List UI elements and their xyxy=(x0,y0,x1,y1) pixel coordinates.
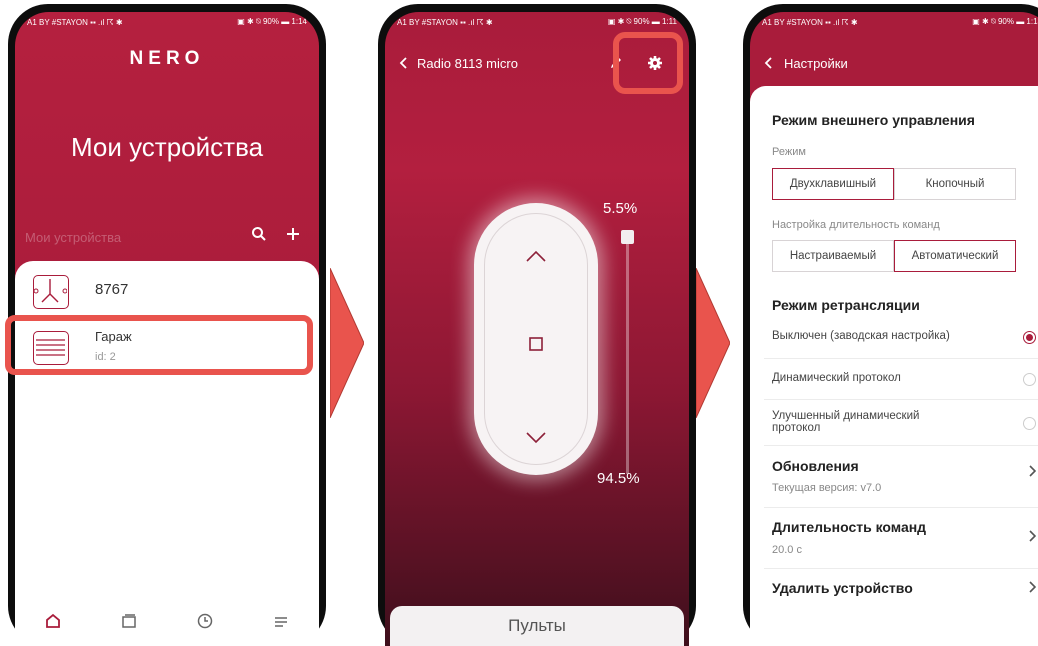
phone-settings: A1 BY #STAYON ▪▪ .ıl ☈ ✱ ▣ ✱ ⍉ 90% ▬ 1:1… xyxy=(743,4,1038,646)
arrow-right-icon xyxy=(696,268,730,418)
relay-radio-off[interactable] xyxy=(1023,331,1036,344)
chevron-right-icon[interactable] xyxy=(1028,529,1037,546)
position-slider-track[interactable] xyxy=(626,234,629,474)
cmd-duration-value: 20.0 с xyxy=(772,544,802,556)
highlight-settings-gear xyxy=(613,32,683,94)
relay-option-off[interactable]: Выключен (заводская настройка) xyxy=(772,330,950,342)
control-screen: A1 BY #STAYON ▪▪ .ıl ☈ ✱ ▣ ✱ ⍉ 90% ▬ 1:1… xyxy=(385,12,689,646)
duration-option-custom[interactable]: Настраиваемый xyxy=(772,240,894,272)
shutter-control xyxy=(474,203,598,475)
relay-option-dynamic[interactable]: Динамический протокол xyxy=(772,372,901,384)
updates-title[interactable]: Обновления xyxy=(772,458,859,474)
phone-device-control: A1 BY #STAYON ▪▪ .ıl ☈ ✱ ▣ ✱ ⍉ 90% ▬ 1:1… xyxy=(378,4,696,646)
cmd-duration-title[interactable]: Длительность команд xyxy=(772,519,926,535)
remotes-tab[interactable]: Пульты xyxy=(390,606,684,646)
mode-option-button[interactable]: Кнопочный xyxy=(894,168,1016,200)
updates-version: Текущая версия: v7.0 xyxy=(772,482,882,494)
page-title: Настройки xyxy=(784,56,848,71)
app-logo: NERO xyxy=(129,48,205,69)
divider xyxy=(764,358,1038,359)
status-right: ▣ ✱ ⍉ 90% ▬ 1:11 xyxy=(607,17,677,26)
down-button[interactable] xyxy=(474,425,598,451)
divider xyxy=(764,568,1038,569)
search-icon[interactable] xyxy=(251,226,267,247)
status-right: ▣ ✱ ⍉ 90% ▬ 1:14 xyxy=(237,17,307,26)
duration-segmented: Настраиваемый Автоматический xyxy=(772,240,1016,272)
top-percent: 5.5% xyxy=(603,200,638,217)
chevron-right-icon[interactable] xyxy=(1028,580,1037,597)
status-bar: A1 BY #STAYON ▪▪ .ıl ☈ ✱ ▣ ✱ ⍉ 90% ▬ 1:1… xyxy=(385,12,689,32)
settings-screen: A1 BY #STAYON ▪▪ .ıl ☈ ✱ ▣ ✱ ⍉ 90% ▬ 1:1… xyxy=(750,12,1038,646)
devices-icon[interactable] xyxy=(120,612,138,635)
page-title: Мои устройства xyxy=(70,132,264,162)
relay-title: Режим ретрансляции xyxy=(772,297,920,313)
arrow-right-icon xyxy=(330,268,364,418)
device-name: 8767 xyxy=(95,281,129,298)
highlight-garage-device xyxy=(5,315,313,375)
chevron-right-icon[interactable] xyxy=(1028,464,1037,481)
home-icon[interactable] xyxy=(44,612,62,635)
mode-segmented: Двухклавишный Кнопочный xyxy=(772,168,1016,200)
gate-icon xyxy=(33,275,69,309)
position-slider-handle[interactable] xyxy=(621,230,634,244)
add-icon[interactable] xyxy=(285,226,301,247)
back-chevron-icon[interactable] xyxy=(764,56,774,73)
ext-control-title: Режим внешнего управления xyxy=(772,112,975,128)
status-left: A1 BY #STAYON ▪▪ .ıl ☈ ✱ xyxy=(762,17,858,27)
stop-button[interactable] xyxy=(474,331,598,357)
clock-icon[interactable] xyxy=(196,612,214,635)
back-chevron-icon[interactable] xyxy=(399,56,409,73)
bottom-tab-bar xyxy=(15,600,319,646)
bottom-percent: 94.5% xyxy=(597,470,640,487)
divider xyxy=(764,399,1038,400)
menu-icon[interactable] xyxy=(272,612,290,635)
settings-panel: Режим внешнего управления Режим Двухклав… xyxy=(750,86,1038,646)
divider xyxy=(764,445,1038,446)
search-row: Мои устройства xyxy=(25,226,309,250)
list-item[interactable]: 8767 xyxy=(15,269,319,315)
relay-radio-improved[interactable] xyxy=(1023,417,1036,430)
mode-option-two-key[interactable]: Двухклавишный xyxy=(772,168,894,200)
device-title: Radio 8113 micro xyxy=(417,56,518,71)
status-bar: A1 BY #STAYON ▪▪ .ıl ☈ ✱ ▣ ✱ ⍉ 90% ▬ 1:1… xyxy=(15,12,319,32)
delete-device[interactable]: Удалить устройство xyxy=(772,580,913,596)
status-right: ▣ ✱ ⍉ 90% ▬ 1:13 xyxy=(972,17,1038,26)
duration-setting-label: Настройка длительность команд xyxy=(772,219,940,231)
status-bar: A1 BY #STAYON ▪▪ .ıl ☈ ✱ ▣ ✱ ⍉ 90% ▬ 1:1… xyxy=(750,12,1038,32)
status-left: A1 BY #STAYON ▪▪ .ıl ☈ ✱ xyxy=(397,17,493,27)
up-button[interactable] xyxy=(474,243,598,269)
divider xyxy=(764,507,1038,508)
search-input[interactable]: Мои устройства xyxy=(25,230,121,245)
relay-radio-dynamic[interactable] xyxy=(1023,373,1036,386)
status-left: A1 BY #STAYON ▪▪ .ıl ☈ ✱ xyxy=(27,17,123,27)
relay-option-improved[interactable]: Улучшенный динамический протокол xyxy=(772,410,942,434)
mode-label: Режим xyxy=(772,146,806,158)
duration-option-auto[interactable]: Автоматический xyxy=(894,240,1016,272)
